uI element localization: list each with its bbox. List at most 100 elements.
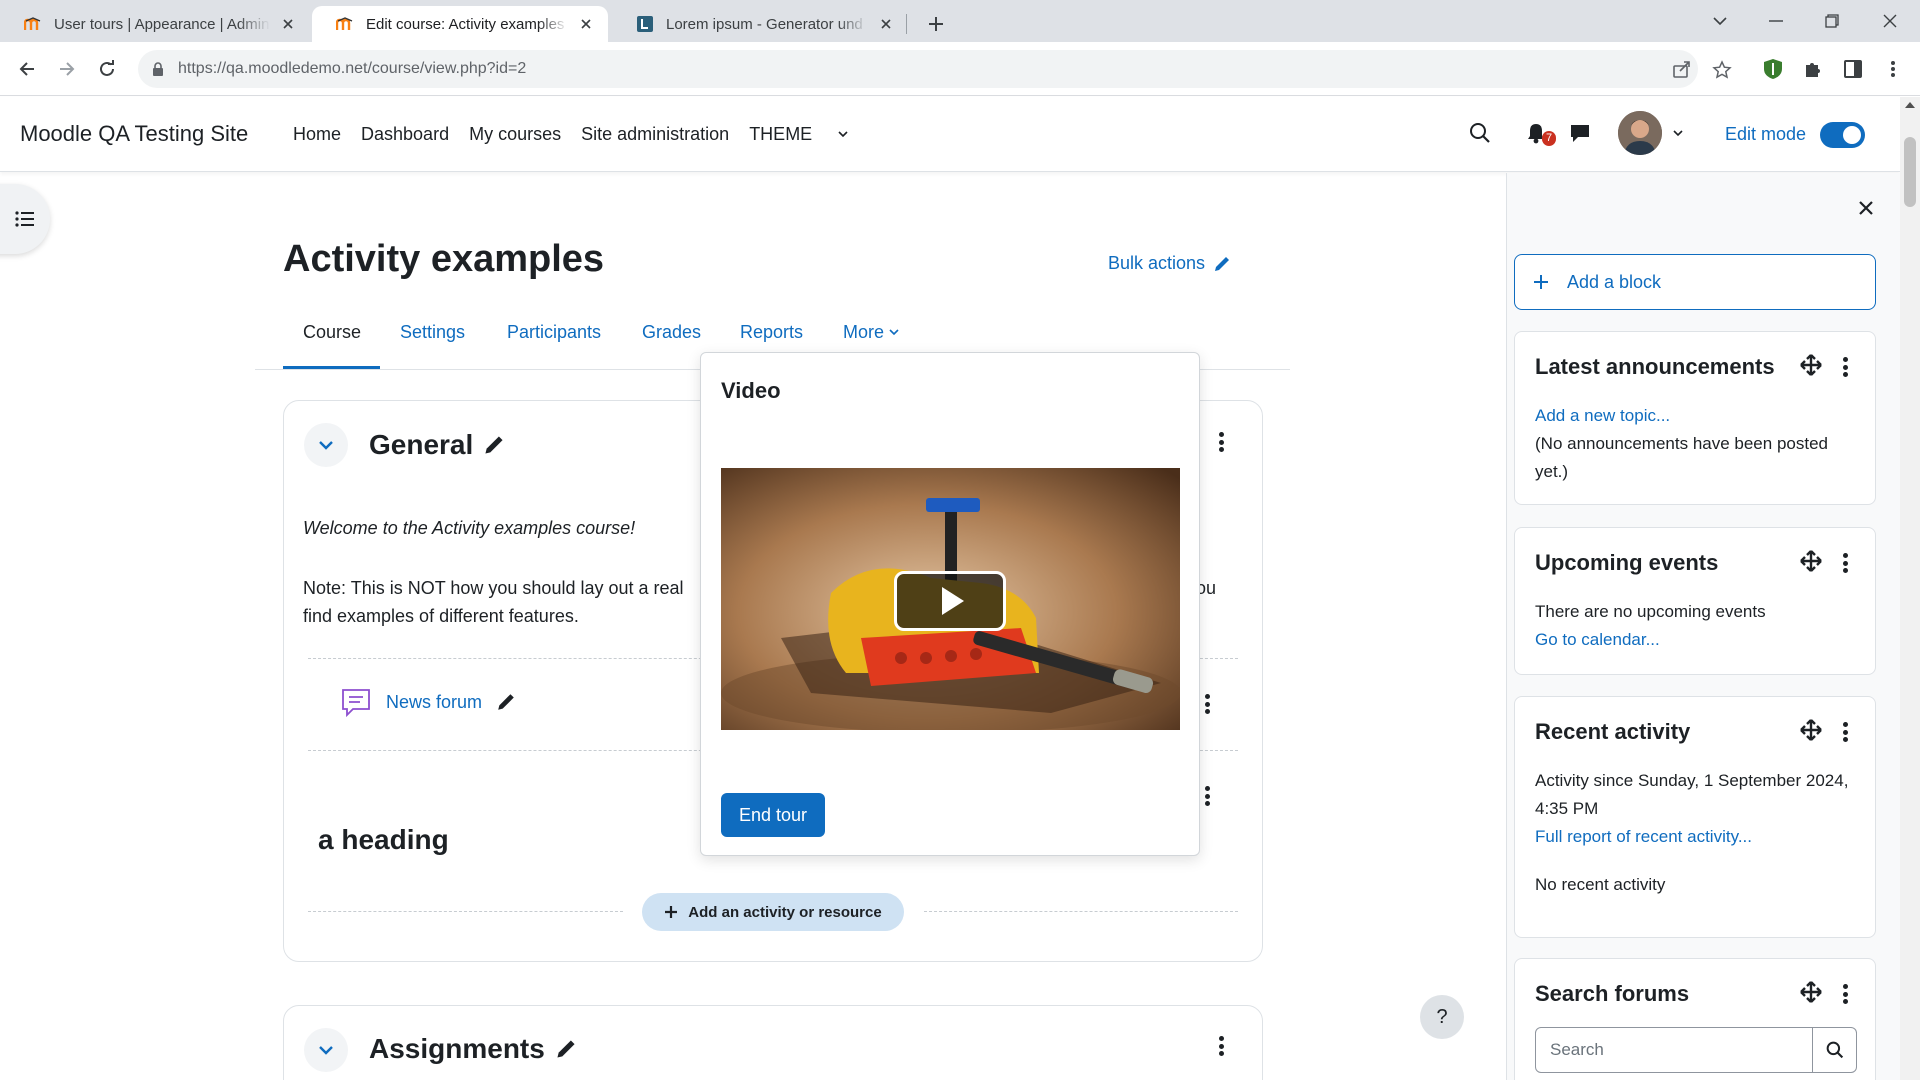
end-tour-button[interactable]: End tour — [721, 793, 825, 837]
section-title-general: General — [369, 429, 505, 461]
activity-menu-kebab-icon[interactable] — [1201, 691, 1213, 717]
add-new-topic-link[interactable]: Add a new topic... — [1535, 402, 1865, 430]
browser-menu-icon[interactable] — [1880, 56, 1906, 82]
url-text: https://qa.moodledemo.net/course/view.ph… — [178, 60, 527, 77]
activity-news-forum[interactable]: News forum — [340, 686, 516, 718]
close-tab-icon[interactable] — [278, 14, 298, 34]
pencil-icon[interactable] — [555, 1038, 577, 1060]
close-tab-icon[interactable] — [876, 14, 896, 34]
move-icon[interactable] — [1800, 981, 1824, 1005]
search-forums-input[interactable] — [1535, 1027, 1813, 1073]
block-menu-kebab-icon[interactable] — [1839, 354, 1851, 380]
browser-tab-bar: User tours | Appearance | Admini Edit co… — [0, 0, 1920, 42]
forum-icon — [342, 689, 370, 718]
add-block-button[interactable]: Add a block — [1514, 254, 1876, 310]
tab-separator — [906, 14, 907, 34]
text-heading: a heading — [318, 824, 449, 855]
plus-icon — [665, 906, 678, 918]
block-title: Search forums — [1535, 981, 1690, 1006]
move-icon[interactable] — [1800, 354, 1824, 378]
pencil-icon[interactable] — [496, 692, 516, 712]
tour-title: Video — [721, 378, 781, 403]
section-collapse-button[interactable] — [304, 423, 348, 467]
tour-video-player[interactable] — [721, 468, 1180, 730]
page-scrollbar[interactable] — [1900, 97, 1920, 1080]
chevron-down-icon — [319, 441, 333, 450]
go-to-calendar-link[interactable]: Go to calendar... — [1535, 626, 1865, 654]
scrollbar-thumb[interactable] — [1904, 137, 1916, 207]
pencil-icon[interactable] — [483, 434, 505, 456]
search-forums-button[interactable] — [1813, 1027, 1857, 1073]
user-tour-popup: Video End tour — [700, 352, 1200, 856]
section-menu-kebab-icon[interactable] — [1215, 429, 1227, 455]
browser-tab-lorem-ipsum[interactable]: Lorem ipsum - Generator und Inf — [612, 6, 908, 42]
section-menu-kebab-icon[interactable] — [1215, 1033, 1227, 1059]
user-menu-chevron-icon[interactable] — [1664, 119, 1692, 147]
add-activity-divider-right — [924, 911, 1238, 912]
shield-extension-icon[interactable] — [1760, 56, 1786, 82]
close-tab-icon[interactable] — [576, 14, 596, 34]
plus-icon — [1534, 275, 1548, 289]
search-icon — [1826, 1041, 1843, 1059]
address-bar[interactable]: https://qa.moodledemo.net/course/view.ph… — [138, 50, 1698, 88]
activity-menu-kebab-icon[interactable] — [1201, 783, 1213, 809]
tab-reports[interactable]: Reports — [740, 322, 803, 343]
block-menu-kebab-icon[interactable] — [1839, 719, 1851, 745]
scroll-up-arrow-icon[interactable] — [1905, 102, 1915, 108]
full-report-link[interactable]: Full report of recent activity... — [1535, 823, 1865, 851]
block-menu-kebab-icon[interactable] — [1839, 550, 1851, 576]
no-announcements-text: (No announcements have been posted yet.) — [1535, 434, 1828, 481]
browser-tab-user-tours[interactable]: User tours | Appearance | Admini — [0, 6, 310, 42]
tab-grades[interactable]: Grades — [642, 322, 701, 343]
activity-since-text: Activity since Sunday, 1 September 2024,… — [1535, 771, 1849, 818]
user-avatar[interactable] — [1618, 111, 1662, 155]
browser-toolbar: https://qa.moodledemo.net/course/view.ph… — [0, 42, 1920, 96]
tab-settings[interactable]: Settings — [400, 322, 465, 343]
minimize-icon[interactable] — [1748, 0, 1804, 42]
video-play-button[interactable] — [894, 571, 1006, 631]
back-icon[interactable] — [12, 54, 42, 84]
notification-count-badge: 7 — [1542, 131, 1556, 146]
nav-site-administration[interactable]: Site administration — [581, 124, 729, 145]
site-name[interactable]: Moodle QA Testing Site — [20, 121, 248, 147]
move-icon[interactable] — [1800, 550, 1824, 574]
page-title: Activity examples — [283, 238, 605, 280]
nav-my-courses[interactable]: My courses — [469, 124, 561, 145]
course-index-toggle[interactable] — [0, 184, 50, 254]
move-icon[interactable] — [1800, 719, 1824, 743]
share-icon[interactable] — [1672, 59, 1692, 79]
lorem-favicon-icon — [636, 15, 654, 33]
section-collapse-button[interactable] — [304, 1028, 348, 1072]
tab-more[interactable]: More — [843, 322, 899, 343]
edit-mode-toggle[interactable] — [1820, 122, 1865, 148]
block-upcoming-events: Upcoming events There are no upcoming ev… — [1514, 527, 1876, 675]
bulk-actions-button[interactable]: Bulk actions — [1108, 253, 1231, 274]
restore-icon[interactable] — [1804, 0, 1860, 42]
add-activity-button[interactable]: Add an activity or resource — [642, 893, 904, 931]
reload-icon[interactable] — [92, 54, 122, 84]
nav-dashboard[interactable]: Dashboard — [361, 124, 449, 145]
bookmark-star-icon[interactable] — [1712, 60, 1732, 80]
primary-navigation: Home Dashboard My courses Site administr… — [293, 124, 868, 145]
new-tab-icon[interactable] — [922, 10, 950, 38]
tab-participants[interactable]: Participants — [507, 322, 601, 343]
pencil-icon — [1215, 256, 1230, 271]
chevron-down-icon — [319, 1046, 333, 1055]
block-menu-kebab-icon[interactable] — [1839, 981, 1851, 1007]
tab-course[interactable]: Course — [303, 322, 361, 343]
forward-icon[interactable] — [52, 54, 82, 84]
messages-icon[interactable] — [1566, 119, 1594, 147]
close-drawer-icon[interactable] — [1854, 196, 1878, 220]
search-icon[interactable] — [1466, 119, 1494, 147]
window-close-icon[interactable] — [1862, 0, 1918, 42]
tab-search-chevron-icon[interactable] — [1692, 0, 1748, 42]
nav-theme[interactable]: THEME — [749, 124, 848, 145]
moodle-favicon-icon — [24, 15, 42, 33]
side-panel-icon[interactable] — [1840, 56, 1866, 82]
nav-home[interactable]: Home — [293, 124, 341, 145]
extensions-puzzle-icon[interactable] — [1800, 56, 1826, 82]
no-recent-activity-text: No recent activity — [1535, 875, 1666, 894]
block-title: Latest announcements — [1535, 354, 1775, 379]
browser-tab-edit-course[interactable]: Edit course: Activity examples | M — [312, 6, 608, 42]
help-button[interactable]: ? — [1420, 995, 1464, 1039]
